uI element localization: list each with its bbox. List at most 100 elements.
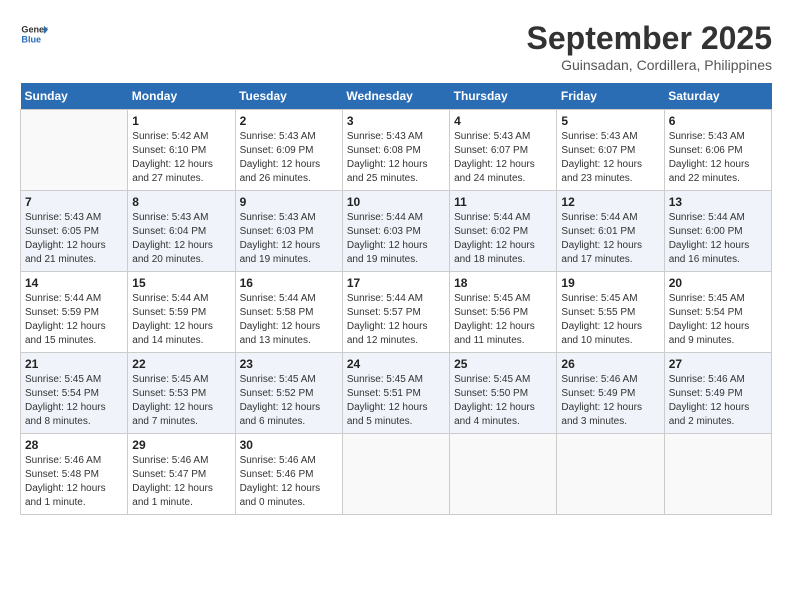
calendar-cell: 10 Sunrise: 5:44 AM Sunset: 6:03 PM Dayli… [342, 191, 449, 272]
weekday-header-tuesday: Tuesday [235, 83, 342, 110]
weekday-header-monday: Monday [128, 83, 235, 110]
day-detail: Sunrise: 5:43 AM Sunset: 6:04 PM Dayligh… [132, 211, 230, 267]
day-number: 8 [132, 195, 230, 209]
day-number: 16 [240, 276, 338, 290]
calendar-cell: 14Sunrise: 5:44 AM Sunset: 5:59 PM Dayli… [21, 272, 128, 353]
day-detail: Sunrise: 5:43 AM Sunset: 6:07 PM Dayligh… [561, 130, 659, 186]
weekday-header-friday: Friday [557, 83, 664, 110]
day-detail: Sunrise: 5:44 AM Sunset: 6:00 PM Dayligh… [669, 211, 767, 267]
day-detail: Sunrise: 5:45 AM Sunset: 5:50 PM Dayligh… [454, 373, 552, 429]
day-detail: Sunrise: 5:43 AM Sunset: 6:08 PM Dayligh… [347, 130, 445, 186]
day-detail: Sunrise: 5:43 AM Sunset: 6:09 PM Dayligh… [240, 130, 338, 186]
calendar-week-row: 28 Sunrise: 5:46 AM Sunset: 5:48 PM Dayli… [21, 434, 772, 515]
day-number: 11 [454, 195, 552, 209]
day-detail: Sunrise: 5:45 AM Sunset: 5:54 PM Dayligh… [669, 292, 767, 348]
day-number: 6 [669, 114, 767, 128]
weekday-header-saturday: Saturday [664, 83, 771, 110]
calendar-cell: 23Sunrise: 5:45 AM Sunset: 5:52 PM Dayli… [235, 353, 342, 434]
day-number: 7 [25, 195, 123, 209]
day-detail: Sunrise: 5:44 AM Sunset: 5:58 PM Dayligh… [240, 292, 338, 348]
logo-icon: General Blue [20, 20, 48, 48]
calendar-week-row: 1 Sunrise: 5:42 AM Sunset: 6:10 PM Daylig… [21, 110, 772, 191]
calendar-cell: 20Sunrise: 5:45 AM Sunset: 5:54 PM Dayli… [664, 272, 771, 353]
day-detail: Sunrise: 5:46 AM Sunset: 5:46 PM Dayligh… [240, 454, 338, 510]
calendar-cell: 5Sunrise: 5:43 AM Sunset: 6:07 PM Daylig… [557, 110, 664, 191]
calendar-cell: 29 Sunrise: 5:46 AM Sunset: 5:47 PM Dayli… [128, 434, 235, 515]
calendar-cell: 18 Sunrise: 5:45 AM Sunset: 5:56 PM Dayli… [450, 272, 557, 353]
location-subtitle: Guinsadan, Cordillera, Philippines [527, 57, 772, 73]
day-detail: Sunrise: 5:45 AM Sunset: 5:52 PM Dayligh… [240, 373, 338, 429]
calendar-cell [557, 434, 664, 515]
calendar-cell: 17 Sunrise: 5:44 AM Sunset: 5:57 PM Dayli… [342, 272, 449, 353]
svg-text:Blue: Blue [21, 34, 41, 44]
day-detail: Sunrise: 5:46 AM Sunset: 5:49 PM Dayligh… [561, 373, 659, 429]
calendar-cell: 15Sunrise: 5:44 AM Sunset: 5:59 PM Dayli… [128, 272, 235, 353]
calendar-cell [21, 110, 128, 191]
day-detail: Sunrise: 5:45 AM Sunset: 5:56 PM Dayligh… [454, 292, 552, 348]
calendar-cell: 11 Sunrise: 5:44 AM Sunset: 6:02 PM Dayli… [450, 191, 557, 272]
calendar-cell: 7 Sunrise: 5:43 AM Sunset: 6:05 PM Daylig… [21, 191, 128, 272]
month-title: September 2025 [527, 20, 772, 57]
calendar-cell: 9 Sunrise: 5:43 AM Sunset: 6:03 PM Daylig… [235, 191, 342, 272]
calendar-cell: 1 Sunrise: 5:42 AM Sunset: 6:10 PM Daylig… [128, 110, 235, 191]
calendar-cell: 21 Sunrise: 5:45 AM Sunset: 5:54 PM Dayli… [21, 353, 128, 434]
day-detail: Sunrise: 5:43 AM Sunset: 6:06 PM Dayligh… [669, 130, 767, 186]
calendar-cell: 25Sunrise: 5:45 AM Sunset: 5:50 PM Dayli… [450, 353, 557, 434]
day-detail: Sunrise: 5:43 AM Sunset: 6:03 PM Dayligh… [240, 211, 338, 267]
day-number: 29 [132, 438, 230, 452]
calendar-cell: 2 Sunrise: 5:43 AM Sunset: 6:09 PM Daylig… [235, 110, 342, 191]
day-number: 4 [454, 114, 552, 128]
day-number: 18 [454, 276, 552, 290]
page-header: General Blue September 2025 Guinsadan, C… [20, 20, 772, 73]
calendar-cell: 3 Sunrise: 5:43 AM Sunset: 6:08 PM Daylig… [342, 110, 449, 191]
calendar-cell [342, 434, 449, 515]
day-number: 28 [25, 438, 123, 452]
day-number: 17 [347, 276, 445, 290]
day-number: 22 [132, 357, 230, 371]
day-detail: Sunrise: 5:44 AM Sunset: 5:57 PM Dayligh… [347, 292, 445, 348]
day-detail: Sunrise: 5:46 AM Sunset: 5:49 PM Dayligh… [669, 373, 767, 429]
day-number: 26 [561, 357, 659, 371]
calendar-cell: 24Sunrise: 5:45 AM Sunset: 5:51 PM Dayli… [342, 353, 449, 434]
day-number: 27 [669, 357, 767, 371]
day-detail: Sunrise: 5:44 AM Sunset: 6:02 PM Dayligh… [454, 211, 552, 267]
calendar-body: 1 Sunrise: 5:42 AM Sunset: 6:10 PM Daylig… [21, 110, 772, 515]
day-number: 21 [25, 357, 123, 371]
day-number: 3 [347, 114, 445, 128]
day-detail: Sunrise: 5:46 AM Sunset: 5:48 PM Dayligh… [25, 454, 123, 510]
day-number: 1 [132, 114, 230, 128]
weekday-header-sunday: Sunday [21, 83, 128, 110]
calendar-cell [450, 434, 557, 515]
day-number: 13 [669, 195, 767, 209]
calendar-cell: 28 Sunrise: 5:46 AM Sunset: 5:48 PM Dayli… [21, 434, 128, 515]
day-number: 15 [132, 276, 230, 290]
calendar-cell: 26 Sunrise: 5:46 AM Sunset: 5:49 PM Dayli… [557, 353, 664, 434]
calendar-cell: 13 Sunrise: 5:44 AM Sunset: 6:00 PM Dayli… [664, 191, 771, 272]
calendar-cell: 27 Sunrise: 5:46 AM Sunset: 5:49 PM Dayli… [664, 353, 771, 434]
day-number: 9 [240, 195, 338, 209]
day-detail: Sunrise: 5:42 AM Sunset: 6:10 PM Dayligh… [132, 130, 230, 186]
day-detail: Sunrise: 5:45 AM Sunset: 5:55 PM Dayligh… [561, 292, 659, 348]
day-detail: Sunrise: 5:43 AM Sunset: 6:05 PM Dayligh… [25, 211, 123, 267]
calendar-header-row: SundayMondayTuesdayWednesdayThursdayFrid… [21, 83, 772, 110]
weekday-header-thursday: Thursday [450, 83, 557, 110]
calendar-cell: 6 Sunrise: 5:43 AM Sunset: 6:06 PM Daylig… [664, 110, 771, 191]
day-number: 24 [347, 357, 445, 371]
day-detail: Sunrise: 5:45 AM Sunset: 5:54 PM Dayligh… [25, 373, 123, 429]
day-number: 10 [347, 195, 445, 209]
day-detail: Sunrise: 5:46 AM Sunset: 5:47 PM Dayligh… [132, 454, 230, 510]
calendar-cell: 19Sunrise: 5:45 AM Sunset: 5:55 PM Dayli… [557, 272, 664, 353]
calendar-cell: 22 Sunrise: 5:45 AM Sunset: 5:53 PM Dayli… [128, 353, 235, 434]
day-detail: Sunrise: 5:44 AM Sunset: 6:03 PM Dayligh… [347, 211, 445, 267]
day-detail: Sunrise: 5:43 AM Sunset: 6:07 PM Dayligh… [454, 130, 552, 186]
calendar-cell: 4 Sunrise: 5:43 AM Sunset: 6:07 PM Daylig… [450, 110, 557, 191]
calendar-week-row: 7 Sunrise: 5:43 AM Sunset: 6:05 PM Daylig… [21, 191, 772, 272]
calendar-week-row: 14Sunrise: 5:44 AM Sunset: 5:59 PM Dayli… [21, 272, 772, 353]
day-detail: Sunrise: 5:45 AM Sunset: 5:53 PM Dayligh… [132, 373, 230, 429]
title-block: September 2025 Guinsadan, Cordillera, Ph… [527, 20, 772, 73]
logo: General Blue [20, 20, 48, 48]
calendar-cell [664, 434, 771, 515]
calendar-cell: 16 Sunrise: 5:44 AM Sunset: 5:58 PM Dayli… [235, 272, 342, 353]
weekday-header-wednesday: Wednesday [342, 83, 449, 110]
day-number: 2 [240, 114, 338, 128]
